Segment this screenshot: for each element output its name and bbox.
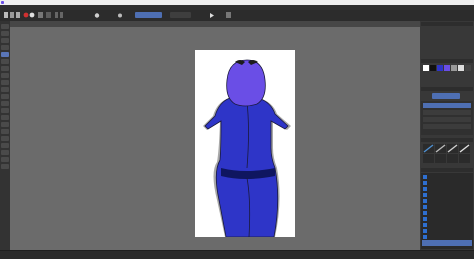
open-icon [10, 12, 14, 18]
wrap-icon [226, 12, 231, 18]
move-tool-icon[interactable] [1, 38, 9, 43]
assistant-tool-icon[interactable] [1, 122, 9, 127]
pan-tool-icon[interactable] [1, 164, 9, 169]
select-tool-icon[interactable] [1, 24, 9, 29]
hair [226, 59, 266, 107]
ellipse-tool-icon[interactable] [1, 73, 9, 78]
layer-row[interactable] [423, 117, 471, 122]
toolbox [0, 21, 10, 250]
gradient-tool-icon[interactable] [1, 101, 9, 106]
layer-row[interactable] [423, 124, 471, 129]
brush-preset-8 [459, 154, 470, 163]
swatch-white [423, 65, 429, 71]
brush-preset-6 [435, 154, 446, 163]
rectangle-tool-icon[interactable] [1, 66, 9, 71]
swatch-light [458, 65, 464, 71]
right-dock [420, 21, 474, 250]
fill-tool-icon[interactable] [1, 94, 9, 99]
color-swatches [423, 65, 471, 71]
mirror-icon [55, 12, 58, 18]
picker-tool-icon[interactable] [1, 108, 9, 113]
preset-icon-column [423, 175, 427, 239]
swatch-purple [444, 65, 450, 71]
swatch-blue [437, 65, 443, 71]
layer-list [421, 101, 473, 135]
brush-presets[interactable] [421, 143, 473, 165]
brush-tool-icon[interactable] [1, 52, 9, 57]
brush-preset-7 [447, 154, 458, 163]
panel-header-3[interactable] [421, 87, 473, 91]
panel-list-1 [426, 28, 466, 54]
toolbar-icons [4, 12, 231, 18]
text-tool-icon[interactable] [1, 87, 9, 92]
maximize-button[interactable] [459, 1, 464, 4]
transform-tool-icon[interactable] [1, 31, 9, 36]
panel-header-4[interactable] [421, 138, 473, 142]
save-icon [16, 12, 20, 18]
bg-color-icon [29, 12, 35, 18]
preset-item-selected[interactable] [422, 240, 472, 246]
swatch-dark [465, 65, 471, 71]
close-button[interactable] [466, 1, 472, 4]
measure-tool-icon[interactable] [1, 129, 9, 134]
preset-list [421, 173, 473, 249]
smart-patch-tool-icon[interactable] [1, 115, 9, 120]
panel-header-1[interactable] [421, 22, 473, 26]
layer-row[interactable] [423, 110, 471, 115]
brush-preset-5 [423, 154, 434, 163]
play-icon [210, 13, 214, 18]
alpha-lock-icon [60, 12, 63, 18]
rect-select-tool-icon[interactable] [1, 136, 9, 141]
path-tool-icon[interactable] [1, 80, 9, 85]
panel-header-2[interactable] [421, 59, 473, 63]
settings-icon [94, 13, 100, 18]
layer-row-selected[interactable] [423, 103, 471, 108]
new-icon [4, 12, 8, 18]
blend-mode-dropdown [135, 12, 162, 18]
opacity-dropdown [170, 12, 191, 18]
brush-color-icon [23, 12, 29, 18]
zoom-tool-icon[interactable] [1, 157, 9, 162]
character-drawing [203, 59, 291, 238]
canvas-page[interactable] [195, 50, 295, 238]
canvas-area[interactable] [10, 27, 420, 250]
freehand-select-tool-icon[interactable] [1, 150, 9, 155]
minimize-button[interactable] [452, 1, 457, 4]
crop-tool-icon[interactable] [1, 45, 9, 50]
panel-header-5[interactable] [421, 168, 473, 172]
swatch-gray [451, 65, 457, 71]
swatch-black [430, 65, 436, 71]
line-tool-icon[interactable] [1, 59, 9, 64]
gradient-icon [46, 12, 51, 18]
undo-icon [118, 13, 122, 18]
layer-blend-dropdown[interactable] [432, 93, 460, 99]
pattern-icon [38, 12, 43, 18]
app-logo-icon [1, 1, 4, 4]
ellipse-select-tool-icon[interactable] [1, 143, 9, 148]
